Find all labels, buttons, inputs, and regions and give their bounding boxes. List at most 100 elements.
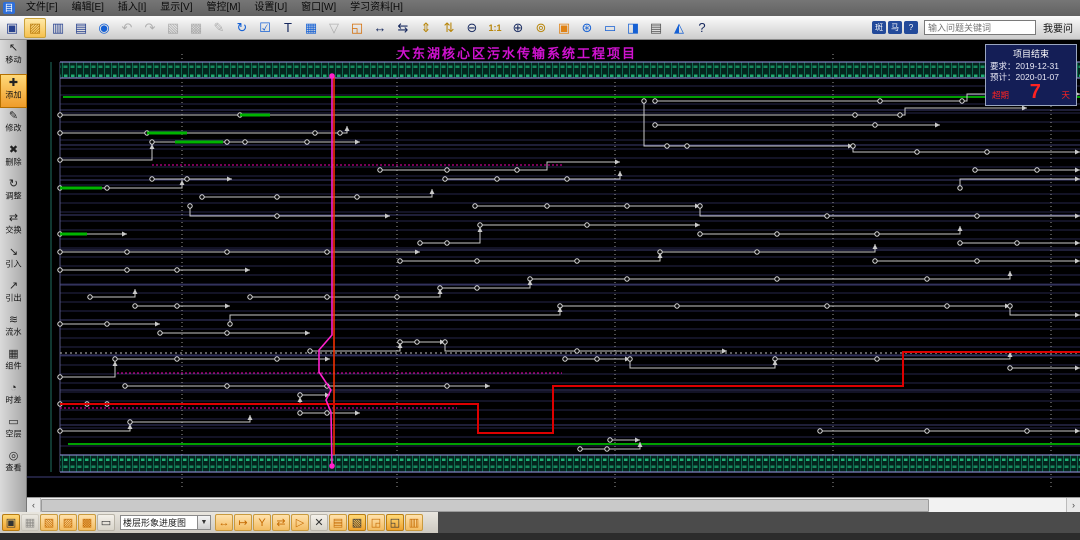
brand-logo-icon[interactable]: 斑 [872,21,886,34]
tool-lead-out[interactable]: ↗引出 [0,278,27,312]
tool-adjust[interactable]: ↻调整 [0,176,27,210]
zoom-one-to-one-icon[interactable]: 1:1 [484,18,506,38]
link-normal-icon[interactable]: ↔ [215,514,233,531]
menu-item-edit[interactable]: 编辑[E] [65,0,111,16]
paste-icon[interactable]: ▩ [185,18,207,38]
tool-add[interactable]: ✚添加 [0,74,27,108]
view-selector-dropdown-icon[interactable]: ▼ [198,515,211,530]
save-all-icon[interactable]: ▤ [70,18,92,38]
copy-icon[interactable]: ▧ [162,18,184,38]
scroll-right-button[interactable]: › [1066,498,1080,513]
panel-cols-icon[interactable]: ▧ [348,514,366,531]
float-time-label: 时差 [1,396,25,405]
brand-logo-icon[interactable]: 马 [888,21,902,34]
tool-swap[interactable]: ⇄交换 [0,210,27,244]
film-view-icon[interactable]: ▩ [78,514,96,531]
delete-icon: ✖ [0,144,27,157]
zoom-region-icon[interactable]: ⊚ [530,18,552,38]
modify-label: 修改 [1,124,25,133]
zoom-in-icon[interactable]: ⊕ [507,18,529,38]
adjust-label: 调整 [1,192,25,201]
tool-component[interactable]: ▦组件 [0,346,27,380]
refresh-icon[interactable]: ↻ [231,18,253,38]
menu-item-window[interactable]: 窗口[W] [294,0,343,16]
report-chart-icon[interactable]: ◭ [668,18,690,38]
print-icon[interactable]: ▤ [645,18,667,38]
adjust-icon: ↻ [0,178,27,191]
scroll-left-button[interactable]: ‹ [27,498,41,513]
lead-out-icon: ↗ [0,280,27,293]
horizontal-scrollbar[interactable]: ‹ › [27,497,1080,512]
app-icon[interactable]: 目 [3,2,15,14]
save-icon[interactable]: ▥ [47,18,69,38]
target-icon[interactable]: ◉ [93,18,115,38]
menu-item-settings[interactable]: 设置[U] [247,0,294,16]
tool-empty-layer[interactable]: ▭空层 [0,414,27,448]
new-file-icon[interactable]: ▣ [1,18,23,38]
tool-move[interactable]: ↖移动 [0,40,27,74]
add-label: 添加 [2,91,25,100]
image-icon[interactable]: ▦ [300,18,322,38]
undo-icon[interactable]: ↶ [116,18,138,38]
table-view-icon[interactable]: ▦ [21,514,39,531]
v-expand-icon[interactable]: ⇕ [415,18,437,38]
h-collapse-icon[interactable]: ⇆ [392,18,414,38]
component-icon: ▦ [0,348,27,361]
node-in-icon[interactable]: ▷ [291,514,309,531]
help-icon[interactable]: ? [691,18,713,38]
network-diagram-svg [27,40,1080,497]
bar-chart-icon[interactable]: ▥ [405,514,423,531]
tool-delete[interactable]: ✖删除 [0,142,27,176]
view-selector[interactable]: 楼层形象进度图 ▼ [120,515,211,530]
menu-item-control[interactable]: 管控[M] [199,0,247,16]
select-region-icon[interactable]: ▣ [553,18,575,38]
gantt-view-icon[interactable]: ▧ [40,514,58,531]
network-diagram-canvas[interactable]: 大东湖核心区污水传输系统工程项目 项目结束 要求：2019-12-31 预计：2… [27,40,1080,497]
tool-modify[interactable]: ✎修改 [0,108,27,142]
print-preview-icon[interactable]: ◨ [622,18,644,38]
view-selector-value[interactable]: 楼层形象进度图 [120,515,198,530]
node-cut-icon[interactable]: ✕ [310,514,328,531]
overdue-days-value: 7 [1030,83,1041,101]
menu-item-view[interactable]: 显示[V] [153,0,199,16]
menu-item-learning[interactable]: 学习资料[H] [343,0,410,16]
plan-board-icon[interactable]: ▭ [599,18,621,38]
panel-rows-icon[interactable]: ▤ [329,514,347,531]
monitor-view-icon[interactable]: ▭ [97,514,115,531]
settings-gear-icon[interactable]: ⊛ [576,18,598,38]
v-collapse-icon[interactable]: ⇅ [438,18,460,38]
tool-inspect[interactable]: ◎查看 [0,448,27,482]
link-lag-icon[interactable]: ↦ [234,514,252,531]
hist-chart-icon[interactable]: ◲ [367,514,385,531]
filter-icon[interactable]: ▽ [323,18,345,38]
redo-icon[interactable]: ↷ [139,18,161,38]
add-icon: ✚ [1,77,26,90]
menu-bar: 目 文件[F]编辑[E]插入[I]显示[V]管控[M]设置[U]窗口[W]学习资… [0,0,1080,16]
h-expand-icon[interactable]: ↔ [369,18,391,38]
tool-flow[interactable]: ≋流水 [0,312,27,346]
network-view-icon[interactable]: ▨ [59,514,77,531]
flow-adjust-icon[interactable]: ⇄ [272,514,290,531]
overdue-label: 超期 [992,89,1009,101]
format-brush-icon[interactable]: ✎ [208,18,230,38]
tool-lead-in[interactable]: ↘引入 [0,244,27,278]
share-split-icon[interactable]: Y [253,514,271,531]
open-file-icon[interactable]: ▨ [24,18,46,38]
brand-logo-icon[interactable]: ? [904,21,918,34]
zoom-out-icon[interactable]: ⊖ [461,18,483,38]
status-bar [0,533,1080,540]
menu-item-file[interactable]: 文件[F] [19,0,65,16]
group-icon[interactable]: ◱ [346,18,368,38]
scrollbar-thumb[interactable] [41,499,929,512]
question-search-input[interactable] [924,20,1036,35]
ask-button[interactable]: 我要问 [1040,20,1076,35]
text-label-icon[interactable]: T [277,18,299,38]
lead-in-label: 引入 [1,260,25,269]
days-label: 天 [1061,89,1070,101]
tool-float-time[interactable]: ◔时差 [0,380,27,414]
stat-chart-icon[interactable]: ◱ [386,514,404,531]
task-check-icon[interactable]: ☑ [254,18,276,38]
menu-item-insert[interactable]: 插入[I] [111,0,153,16]
overdue-row: 超期 7 天 [990,83,1072,101]
save-view-icon[interactable]: ▣ [2,514,20,531]
